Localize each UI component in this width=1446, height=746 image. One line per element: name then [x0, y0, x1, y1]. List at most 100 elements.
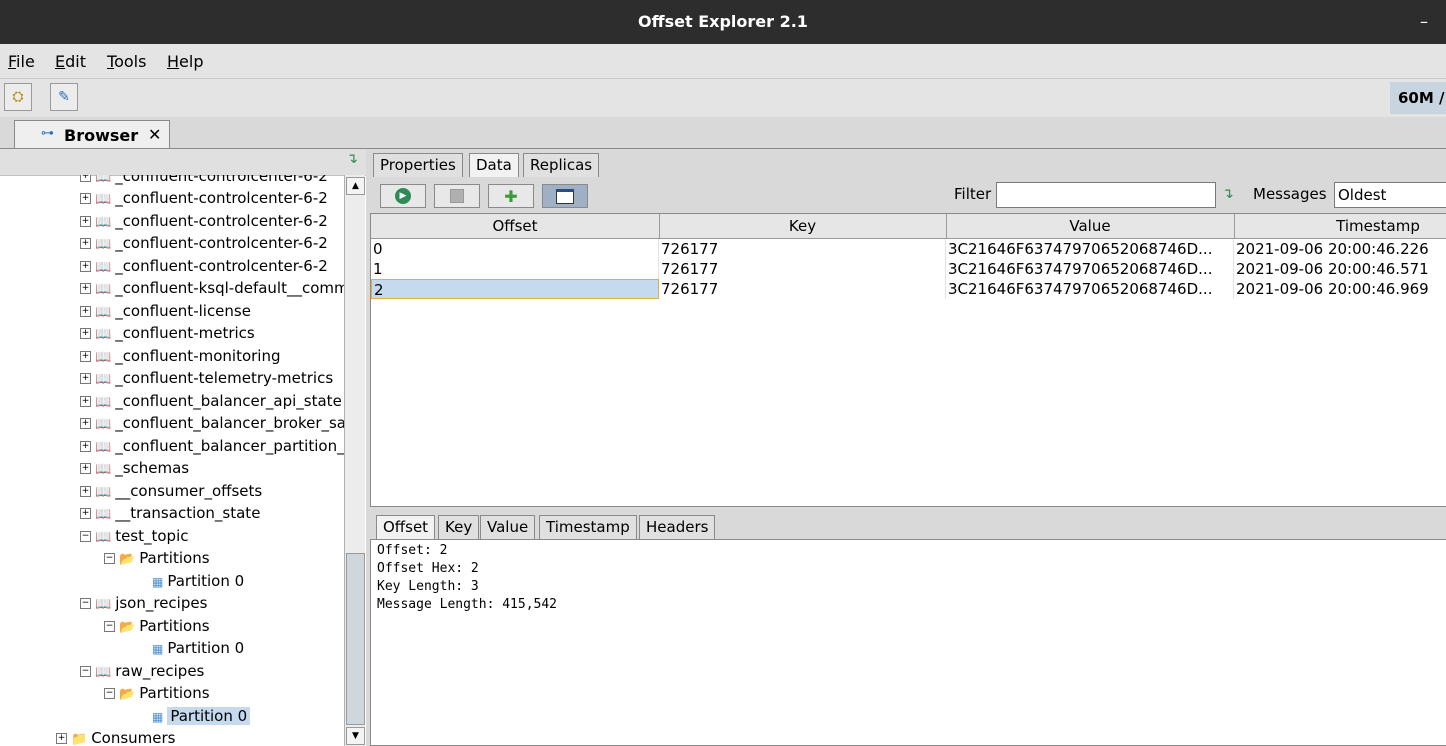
tree-item-topic[interactable]: + 📖 _confluent-controlcenter-6-2: [80, 255, 328, 277]
tree-item-partitions[interactable]: − 📂 Partitions: [104, 547, 210, 569]
tree-item-partition-selected[interactable]: ▦ Partition 0: [152, 705, 251, 727]
window-title: Offset Explorer 2.1: [638, 12, 808, 31]
tree-item-topic[interactable]: + 📖 _confluent-telemetry-metrics: [80, 367, 333, 389]
tab-replicas[interactable]: Replicas: [523, 153, 600, 177]
stop-icon: [450, 189, 464, 203]
tree-item-topic[interactable]: + 📖 _confluent-monitoring: [80, 345, 281, 367]
tab-browser[interactable]: ⊶ Browser ✕: [14, 120, 170, 148]
add-message-button[interactable]: ✚: [488, 184, 534, 208]
column-value[interactable]: Value: [946, 214, 1235, 238]
topic-detail-panel: Properties Data Replicas ▶ ✚ Filter ↴ Me…: [368, 149, 1446, 746]
topic-icon: 📖: [95, 282, 112, 297]
folder-icon: 📁: [71, 732, 88, 746]
cell-key: 726177: [659, 239, 946, 259]
tree-item-topic[interactable]: + 📖 _confluent-license: [80, 300, 251, 322]
tab-value[interactable]: Value: [480, 515, 536, 539]
refresh-icon[interactable]: ↴: [346, 151, 358, 167]
apply-filter-icon[interactable]: ↴: [1222, 186, 1234, 202]
column-offset[interactable]: Offset: [371, 214, 660, 238]
view-toggle-button[interactable]: [542, 184, 588, 208]
table-header: Offset Key Value Timestamp: [371, 214, 1446, 239]
partition-icon: ▦: [152, 642, 164, 656]
browser-tree-panel: ↴ + 📖 _confluent-controlcenter-6-2 + 📖 _conf…: [0, 149, 366, 746]
partition-icon: ▦: [152, 710, 164, 724]
cell-offset: 2: [371, 279, 659, 299]
tree-item-topic[interactable]: + 📖 __consumer_offsets: [80, 480, 262, 502]
tree-item-topic[interactable]: +📖_confluent_balancer_broker_samples: [80, 412, 344, 434]
table-row[interactable]: 0 726177 3C21646F63747970652068746D... 2…: [371, 239, 1446, 259]
tree-item-topic[interactable]: + 📖 _confluent-controlcenter-6-2: [80, 210, 328, 232]
tree-item-topic[interactable]: + 📖 _confluent-controlcenter-6-2: [80, 187, 328, 209]
tree-item-partition[interactable]: ▦ Partition 0: [152, 637, 244, 659]
tree-item-partitions[interactable]: − 📂 Partitions: [104, 615, 210, 637]
table-row-selected[interactable]: 2 726177 3C21646F63747970652068746D... 2…: [371, 279, 1446, 299]
edit-tree-icon: ✎: [58, 89, 70, 105]
detail-line: Offset: 2: [377, 543, 448, 558]
column-key[interactable]: Key: [659, 214, 947, 238]
tree-item-partitions[interactable]: − 📂 Partitions: [104, 682, 210, 704]
topic-icon: 📖: [95, 485, 112, 500]
tab-data[interactable]: Data: [469, 153, 519, 177]
tree-icon: ⊶: [41, 126, 54, 141]
cell-value: 3C21646F63747970652068746D...: [946, 239, 1234, 259]
topic-icon: 📖: [95, 215, 112, 230]
play-icon: ▶: [395, 188, 411, 204]
topic-icon: 📖: [95, 372, 112, 387]
detail-line: Message Length: 415,542: [377, 597, 558, 612]
folder-open-icon: 📂: [119, 620, 136, 635]
tree-item-topic[interactable]: + 📖 __transaction_state: [80, 502, 260, 524]
topic-tree: + 📖 _confluent-controlcenter-6-2 + 📖 _conflu…: [0, 175, 344, 746]
tree-item-topic-raw-recipes[interactable]: − 📖 raw_recipes: [80, 660, 204, 682]
add-cluster-icon: ⛭: [12, 89, 24, 105]
minimize-button[interactable]: –: [1420, 12, 1428, 31]
tree-item-partition[interactable]: ▦ Partition 0: [152, 570, 244, 592]
tab-headers[interactable]: Headers: [639, 515, 716, 539]
topic-icon: 📖: [95, 192, 112, 207]
tree-scrollbar[interactable]: ▲ ▼: [344, 175, 365, 746]
tree-item-topic[interactable]: +📖_confluent-ksql-default__command_topic: [80, 277, 344, 299]
add-cluster-button[interactable]: ⛭: [4, 83, 32, 111]
topic-icon: 📖: [95, 440, 112, 455]
retrieve-button[interactable]: ▶: [380, 184, 426, 208]
table-row[interactable]: 1 726177 3C21646F63747970652068746D... 2…: [371, 259, 1446, 279]
tree-item-topic-test[interactable]: − 📖 test_topic: [80, 525, 189, 547]
tab-properties[interactable]: Properties: [373, 153, 463, 177]
message-detail-text[interactable]: Offset: 2 Offset Hex: 2 Key Length: 3 Me…: [370, 539, 1446, 746]
scroll-up-icon[interactable]: ▲: [346, 177, 365, 195]
scroll-thumb[interactable]: [346, 553, 365, 725]
menu-tools[interactable]: Tools: [107, 52, 146, 71]
messages-select[interactable]: Oldest: [1334, 182, 1446, 208]
stop-button[interactable]: [434, 184, 480, 208]
tree-item-topic[interactable]: + 📖 _confluent-controlcenter-6-2: [80, 175, 328, 187]
tree-header: ↴: [0, 149, 366, 176]
tab-key[interactable]: Key: [438, 515, 480, 539]
tree-item-topic[interactable]: +📖_confluent_balancer_partition_samples: [80, 435, 344, 457]
tree-item-topic[interactable]: + 📖 _confluent-metrics: [80, 322, 255, 344]
folder-open-icon: 📂: [119, 552, 136, 567]
menu-file[interactable]: File: [8, 52, 35, 71]
menu-help[interactable]: Help: [167, 52, 203, 71]
scroll-down-icon[interactable]: ▼: [346, 727, 365, 745]
topic-icon: 📖: [95, 417, 112, 432]
topic-icon: 📖: [95, 395, 112, 410]
cell-value: 3C21646F63747970652068746D...: [946, 279, 1234, 299]
tab-timestamp[interactable]: Timestamp: [539, 515, 637, 539]
edit-tree-button[interactable]: ✎: [50, 83, 78, 111]
cell-value: 3C21646F63747970652068746D...: [946, 259, 1234, 279]
tree-item-topic[interactable]: + 📖 _confluent-controlcenter-6-2: [80, 232, 328, 254]
tab-offset[interactable]: Offset: [376, 515, 436, 539]
title-bar: Offset Explorer 2.1 –: [0, 0, 1446, 44]
menu-edit[interactable]: Edit: [55, 52, 86, 71]
cell-timestamp: 2021-09-06 20:00:46.969: [1234, 279, 1446, 299]
topic-icon: 📖: [95, 462, 112, 477]
close-icon[interactable]: ✕: [148, 125, 161, 144]
tree-item-consumers[interactable]: + 📁 Consumers: [56, 727, 176, 746]
filter-input[interactable]: [996, 182, 1216, 208]
tree-item-topic-json-recipes[interactable]: − 📖 json_recipes: [80, 592, 207, 614]
topic-icon: 📖: [95, 260, 112, 275]
topic-icon: 📖: [95, 597, 112, 612]
column-timestamp[interactable]: Timestamp: [1234, 214, 1446, 238]
tree-item-topic[interactable]: + 📖 _schemas: [80, 457, 189, 479]
tree-item-topic[interactable]: + 📖 _confluent_balancer_api_state: [80, 390, 342, 412]
cell-offset: 1: [371, 259, 659, 279]
